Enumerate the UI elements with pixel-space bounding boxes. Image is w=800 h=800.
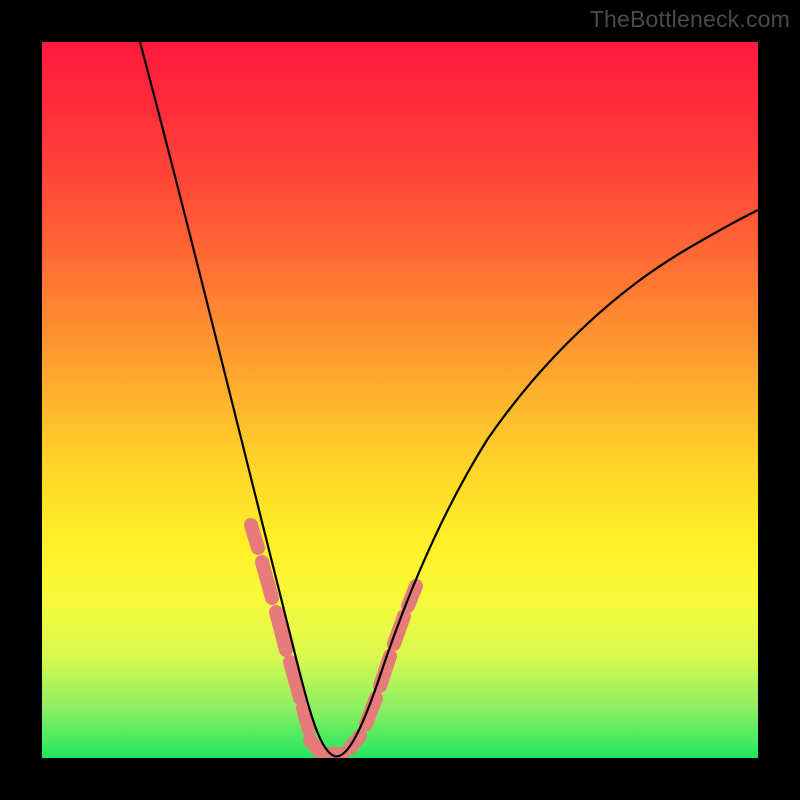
chart-frame: TheBottleneck.com <box>0 0 800 800</box>
bottleneck-curve <box>140 42 758 756</box>
plot-area <box>42 42 758 758</box>
curve-layer <box>42 42 758 758</box>
highlight-right-band <box>310 586 416 754</box>
highlight-left-band <box>251 525 309 730</box>
watermark-text: TheBottleneck.com <box>590 6 790 33</box>
